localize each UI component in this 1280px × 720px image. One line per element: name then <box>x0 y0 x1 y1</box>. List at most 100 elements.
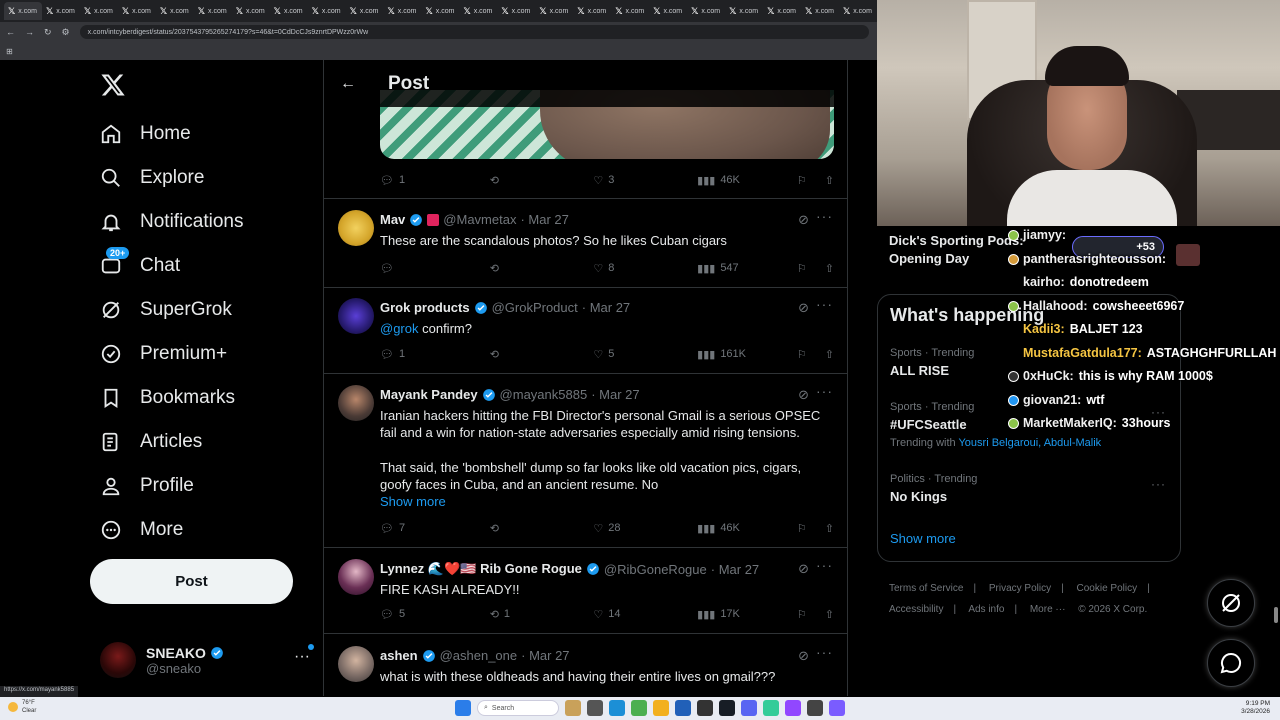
browser-tab[interactable]: 𝕏x.com <box>497 2 535 20</box>
share-button[interactable]: ⇧ <box>825 608 834 621</box>
footer-link[interactable]: More ··· <box>1030 604 1066 615</box>
like-button[interactable]: ♡ 3 <box>593 174 697 187</box>
share-button[interactable]: ⇧ <box>825 174 834 187</box>
windows-start-icon[interactable] <box>455 700 471 716</box>
address-bar[interactable]: x.com/intcyberdigest/status/203754379526… <box>79 25 869 39</box>
browser-tab[interactable]: 𝕏x.com <box>573 2 611 20</box>
views-button[interactable]: ▮▮▮ 161K <box>697 348 797 361</box>
tweet-date[interactable]: · Mar 27 <box>591 387 639 402</box>
tweet-author-name[interactable]: Mav <box>380 212 405 227</box>
browser-tab[interactable]: 𝕏x.com <box>232 2 270 20</box>
back-arrow-icon[interactable]: ← <box>340 75 360 93</box>
like-button[interactable]: ♡ 28 <box>593 522 697 535</box>
browser-tab[interactable]: 𝕏x.com <box>80 2 118 20</box>
tweet-author-handle[interactable]: @ashen_one <box>440 648 518 663</box>
avatar[interactable] <box>338 210 374 246</box>
tweet-author-name[interactable]: ashen <box>380 648 418 663</box>
store-icon[interactable] <box>675 700 691 716</box>
tweet-author-handle[interactable]: @RibGoneRogue <box>604 562 707 577</box>
sidebar-item-notifications[interactable]: Notifications <box>100 204 244 240</box>
tweet-author-name[interactable]: Lynnez 🌊❤️🇺🇸 Rib Gone Rogue <box>380 561 582 577</box>
taskbar-search[interactable]: ⌕ Search <box>477 700 559 716</box>
discord-icon[interactable] <box>741 700 757 716</box>
tweet-date[interactable]: · Mar 27 <box>520 212 568 227</box>
more-dots-icon[interactable]: ··· <box>816 383 833 399</box>
reply-button[interactable]: 💬︎ 1 <box>380 348 490 361</box>
sidebar-item-profile[interactable]: Profile <box>100 468 194 504</box>
browser-tab[interactable]: 𝕏x.com <box>801 2 839 20</box>
reply-button[interactable]: 💬︎ 1 <box>380 174 490 187</box>
browser-tab[interactable]: 𝕏x.com <box>270 2 308 20</box>
grok-icon[interactable]: ⊘ <box>798 300 809 316</box>
reply-button[interactable]: 💬︎ <box>380 262 490 275</box>
edge-icon[interactable] <box>609 700 625 716</box>
trend-related-links[interactable]: Yousri Belgaroui, Abdul-Malik <box>958 437 1101 449</box>
views-button[interactable]: ▮▮▮ 17K <box>697 608 797 621</box>
more-dots-icon[interactable]: ··· <box>294 648 310 666</box>
browser-tab[interactable]: 𝕏x.com <box>839 2 877 20</box>
scrollbar-thumb[interactable] <box>1274 607 1278 623</box>
sidebar-item-explore[interactable]: Explore <box>100 160 204 196</box>
chrome-icon[interactable] <box>631 700 647 716</box>
repost-button[interactable]: ⟲ <box>490 262 594 275</box>
settings-icon[interactable] <box>807 700 823 716</box>
footer-link[interactable]: Accessibility <box>889 604 943 615</box>
trend-item[interactable]: Politics · Trending No Kings <box>890 473 977 504</box>
footer-link[interactable]: Privacy Policy <box>989 583 1051 594</box>
forward-nav-icon[interactable]: → <box>25 27 34 37</box>
more-dots-icon[interactable]: ··· <box>816 296 833 312</box>
tweet-date[interactable]: · Mar 27 <box>711 562 759 577</box>
trend-item[interactable]: Sports · Trending ALL RISE <box>890 347 974 378</box>
task-view-icon[interactable] <box>587 700 603 716</box>
tweet-author-name[interactable]: Mayank Pandey <box>380 387 478 402</box>
explorer-icon[interactable] <box>653 700 669 716</box>
bookmark-button[interactable]: ⚐ <box>797 522 825 535</box>
repost-button[interactable]: ⟲ <box>490 348 594 361</box>
app-icon[interactable] <box>697 700 713 716</box>
mention-link[interactable]: @grok <box>380 321 419 336</box>
footer-link[interactable]: Terms of Service <box>889 583 963 594</box>
browser-tab[interactable]: 𝕏x.com <box>421 2 459 20</box>
like-button[interactable]: ♡ 8 <box>593 262 697 275</box>
repost-button[interactable]: ⟲ <box>490 174 594 187</box>
repost-button[interactable]: ⟲ 1 <box>490 608 594 621</box>
grok-icon[interactable]: ⊘ <box>798 648 809 664</box>
views-button[interactable]: ▮▮▮ 547 <box>697 262 797 275</box>
bookmark-button[interactable]: ⚐ <box>797 608 825 621</box>
repost-button[interactable]: ⟲ <box>490 522 594 535</box>
bookmark-button[interactable]: ⚐ <box>797 262 825 275</box>
browser-tab[interactable]: 𝕏x.com <box>384 2 422 20</box>
footer-link[interactable]: Ads info <box>968 604 1004 615</box>
x-logo-icon[interactable] <box>100 72 126 98</box>
avatar[interactable] <box>338 646 374 682</box>
like-button[interactable]: ♡ 5 <box>593 348 697 361</box>
sidebar-item-more[interactable]: More <box>100 512 183 548</box>
more-dots-icon[interactable]: ··· <box>1151 477 1166 491</box>
avatar[interactable] <box>338 385 374 421</box>
browser-tab[interactable]: 𝕏x.com <box>763 2 801 20</box>
browser-tab[interactable]: 𝕏x.com <box>156 2 194 20</box>
share-button[interactable]: ⇧ <box>825 348 834 361</box>
bookmark-button[interactable]: ⚐ <box>797 348 825 361</box>
browser-tab[interactable]: 𝕏x.com <box>346 2 384 20</box>
sidebar-item-supergrok[interactable]: SuperGrok <box>100 292 232 328</box>
apps-grid-icon[interactable]: ⊞ <box>6 47 13 56</box>
grok-icon[interactable]: ⊘ <box>798 387 809 403</box>
sidebar-item-chat[interactable]: 20+ Chat <box>100 247 180 284</box>
avatar[interactable] <box>338 298 374 334</box>
tweet-author-handle[interactable]: @mayank5885 <box>500 387 588 402</box>
browser-tab[interactable]: 𝕏x.com <box>459 2 497 20</box>
like-button[interactable]: ♡ 14 <box>593 608 697 621</box>
more-dots-icon[interactable]: ··· <box>816 208 833 224</box>
views-button[interactable]: ▮▮▮ 46K <box>697 522 797 535</box>
sidebar-item-bookmarks[interactable]: Bookmarks <box>100 380 235 416</box>
views-button[interactable]: ▮▮▮ 46K <box>697 174 797 187</box>
system-clock[interactable]: 9:19 PM 3/28/2026 <box>1241 700 1270 716</box>
browser-tab[interactable]: 𝕏x.com <box>308 2 346 20</box>
share-button[interactable]: ⇧ <box>825 262 834 275</box>
footer-link[interactable]: Cookie Policy <box>1077 583 1138 594</box>
tweet-author-handle[interactable]: @Mavmetax <box>443 212 516 227</box>
tweet-author-name[interactable]: Grok products <box>380 300 470 315</box>
browser-tab[interactable]: 𝕏x.com <box>725 2 763 20</box>
browser-tab[interactable]: 𝕏x.com <box>649 2 687 20</box>
